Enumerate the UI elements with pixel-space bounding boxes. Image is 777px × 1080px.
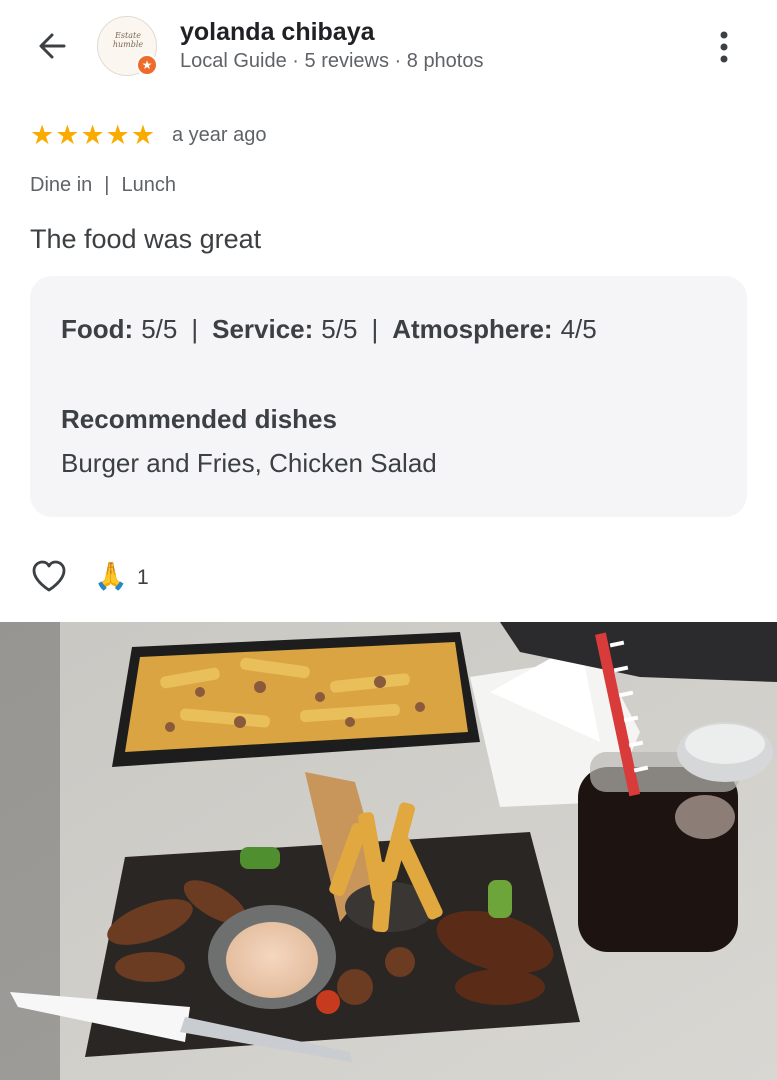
reviewer-meta: Local Guide · 5 reviews · 8 photos — [180, 50, 484, 72]
heart-icon[interactable] — [30, 558, 68, 594]
food-label: Food: — [61, 314, 134, 344]
star-rating: ★ ★ ★ ★ ★ — [30, 121, 155, 149]
dine-mode: Dine in — [30, 174, 93, 196]
star-icon: ★ — [130, 120, 156, 150]
dining-info: Dine in | Lunch — [30, 174, 176, 197]
divider: | — [191, 314, 199, 344]
avatar[interactable]: Estate humble ★ — [97, 16, 158, 76]
recommended-dishes-title: Recommended dishes — [61, 404, 337, 434]
recommended-dishes-list: Burger and Fries, Chicken Salad — [61, 448, 437, 478]
atmosphere-value: 4/5 — [560, 314, 597, 344]
ratings-card: Food: 5/5 | Service: 5/5 | Atmosphere: 4… — [30, 276, 747, 517]
review-text: The food was great — [30, 224, 262, 254]
divider: | — [371, 314, 379, 344]
service-label: Service: — [212, 314, 314, 344]
reviewer-name[interactable]: yolanda chibaya — [180, 18, 375, 47]
star-icon: ★ — [105, 120, 130, 150]
service-value: 5/5 — [321, 314, 358, 344]
avatar-logo-text: Estate humble — [112, 31, 144, 49]
more-options-icon[interactable] — [712, 30, 736, 64]
star-icon: ★ — [80, 120, 105, 150]
atmosphere-label: Atmosphere: — [392, 314, 553, 344]
reaction-count: 1 — [137, 566, 149, 589]
pray-reaction-icon[interactable]: 🙏 — [94, 560, 128, 592]
aspect-ratings: Food: 5/5 | Service: 5/5 | Atmosphere: 4… — [61, 314, 597, 345]
meal-type: Lunch — [121, 174, 176, 196]
food-value: 5/5 — [141, 314, 178, 344]
star-badge-icon: ★ — [136, 54, 158, 76]
star-icon: ★ — [30, 120, 55, 150]
star-icon: ★ — [55, 120, 80, 150]
back-arrow-icon[interactable] — [34, 28, 70, 64]
divider: | — [104, 174, 110, 196]
review-time: a year ago — [172, 124, 267, 146]
review-photo[interactable] — [0, 622, 777, 1080]
